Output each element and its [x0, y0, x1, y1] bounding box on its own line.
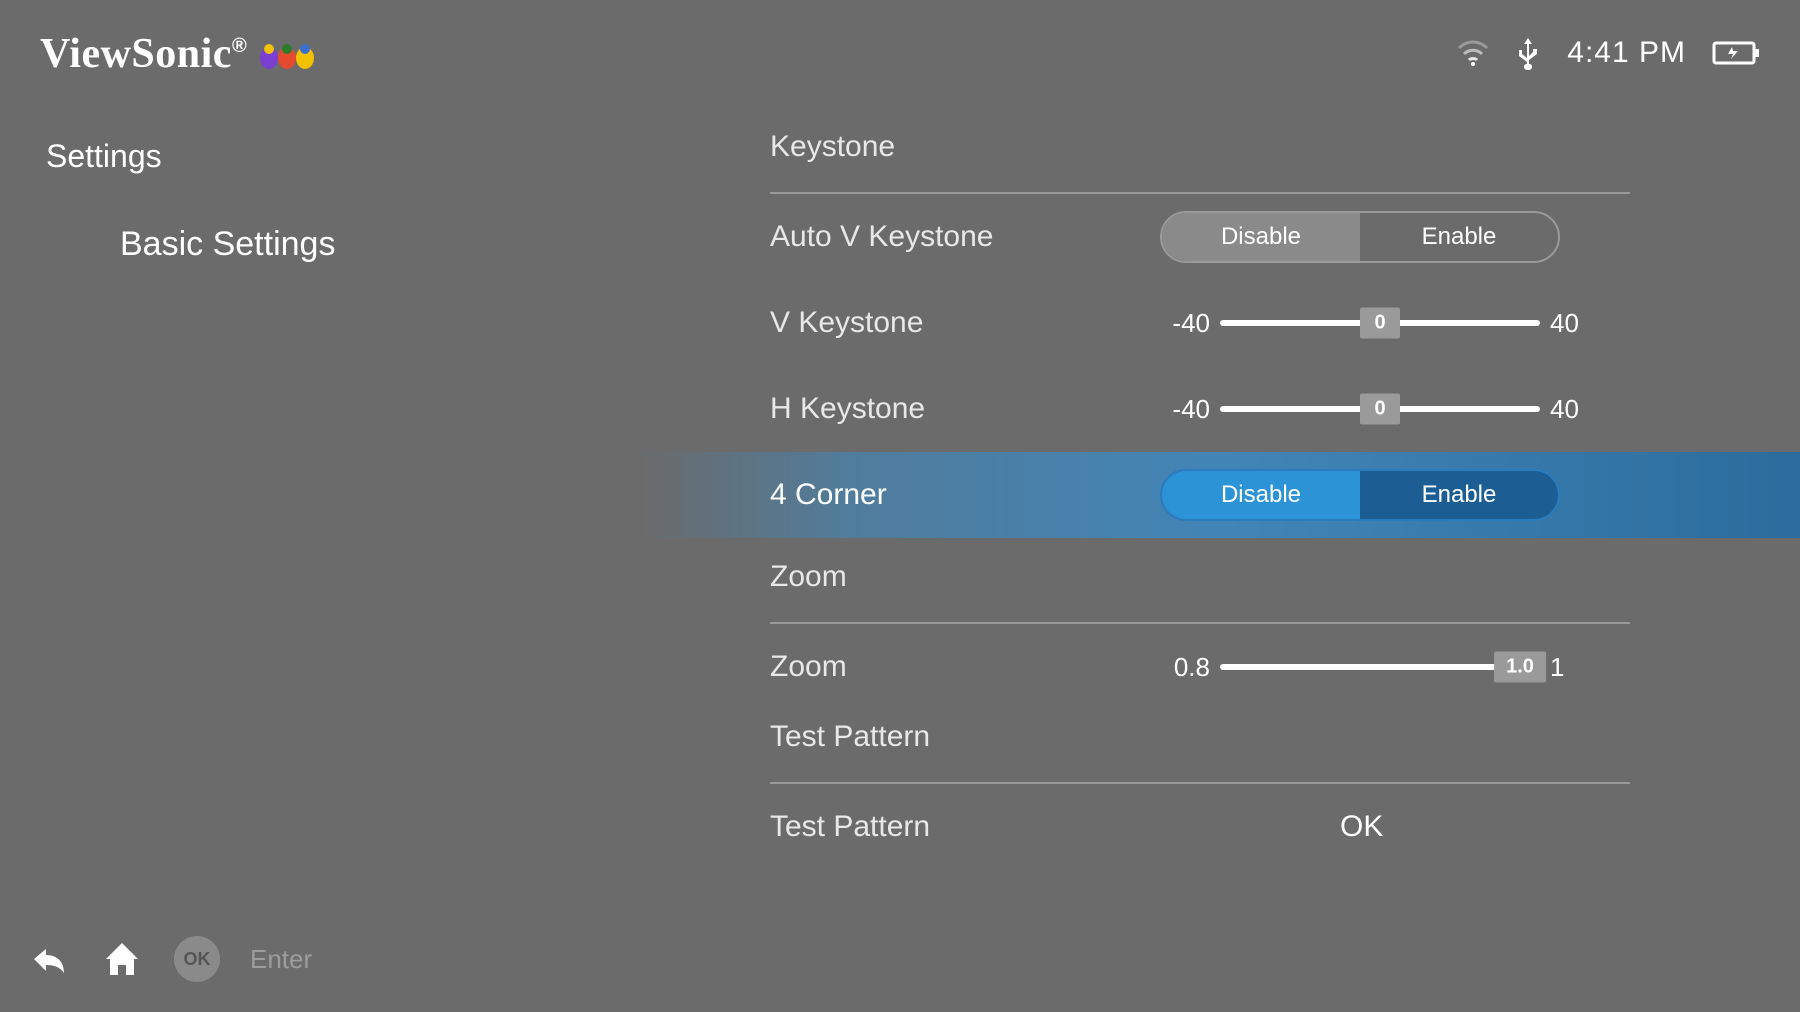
toggle-option-disable[interactable]: Disable: [1162, 213, 1360, 261]
content-pane: 4:41 PM Keystone Auto V Keystone Disable…: [640, 0, 1800, 1012]
toggle-option-enable[interactable]: Enable: [1360, 471, 1558, 519]
toggle-option-enable[interactable]: Enable: [1360, 213, 1558, 261]
label-v-keystone: V Keystone: [770, 306, 1160, 340]
sidebar: ViewSonic® Settings Basic Settings: [0, 0, 640, 1012]
slider-thumb[interactable]: 0: [1360, 394, 1400, 425]
slider-min: -40: [1160, 394, 1210, 425]
section-header-test-pattern: Test Pattern: [770, 710, 1750, 782]
home-icon[interactable]: [100, 937, 144, 981]
page-title: Settings: [46, 138, 640, 175]
row-test-pattern[interactable]: Test Pattern OK: [770, 784, 1750, 870]
section-header-zoom: Zoom: [770, 538, 1750, 622]
slider-h-keystone[interactable]: -40 0 40: [1160, 394, 1600, 425]
test-pattern-value[interactable]: OK: [1340, 810, 1383, 844]
ok-hint-icon: OK: [174, 936, 220, 982]
slider-max: 40: [1550, 308, 1600, 339]
label-4-corner: 4 Corner: [770, 478, 1160, 512]
row-zoom[interactable]: Zoom 0.8 1.0 1: [770, 624, 1750, 710]
footer-hints: OK Enter: [26, 936, 312, 982]
back-icon[interactable]: [26, 937, 70, 981]
brand-text: ViewSonic®: [40, 30, 247, 78]
slider-track[interactable]: 1.0: [1220, 664, 1520, 670]
screen: ViewSonic® Settings Basic Settings: [0, 0, 1800, 1012]
brand-logo: ViewSonic®: [40, 30, 640, 78]
clock-time: 4:41 PM: [1567, 36, 1686, 70]
wifi-icon: [1457, 40, 1489, 66]
enter-hint-label: Enter: [250, 944, 312, 975]
usb-icon: [1515, 36, 1541, 70]
label-zoom: Zoom: [770, 650, 1160, 684]
row-auto-v-keystone[interactable]: Auto V Keystone Disable Enable: [770, 194, 1750, 280]
slider-track[interactable]: 0: [1220, 406, 1540, 412]
toggle-auto-v-keystone[interactable]: Disable Enable: [1160, 211, 1560, 263]
label-test-pattern: Test Pattern: [770, 810, 1160, 844]
label-auto-v-keystone: Auto V Keystone: [770, 220, 1160, 254]
row-v-keystone[interactable]: V Keystone -40 0 40: [770, 280, 1750, 366]
section-header-keystone: Keystone: [770, 130, 1750, 192]
slider-max: 1: [1550, 652, 1600, 683]
slider-zoom[interactable]: 0.8 1.0 1: [1160, 652, 1600, 683]
status-bar: 4:41 PM: [1457, 36, 1760, 70]
toggle-option-disable[interactable]: Disable: [1162, 471, 1360, 519]
slider-min: -40: [1160, 308, 1210, 339]
row-4-corner[interactable]: 4 Corner Disable Enable: [640, 452, 1800, 538]
slider-thumb[interactable]: 1.0: [1494, 652, 1546, 683]
label-h-keystone: H Keystone: [770, 392, 1160, 426]
toggle-4-corner[interactable]: Disable Enable: [1160, 469, 1560, 521]
slider-v-keystone[interactable]: -40 0 40: [1160, 308, 1600, 339]
slider-min: 0.8: [1160, 652, 1210, 683]
slider-max: 40: [1550, 394, 1600, 425]
slider-track[interactable]: 0: [1220, 320, 1540, 326]
slider-thumb[interactable]: 0: [1360, 308, 1400, 339]
brand-birds-icon: [257, 36, 319, 72]
battery-icon: [1712, 39, 1760, 67]
row-h-keystone[interactable]: H Keystone -40 0 40: [770, 366, 1750, 452]
sidebar-item-basic-settings[interactable]: Basic Settings: [120, 225, 640, 264]
